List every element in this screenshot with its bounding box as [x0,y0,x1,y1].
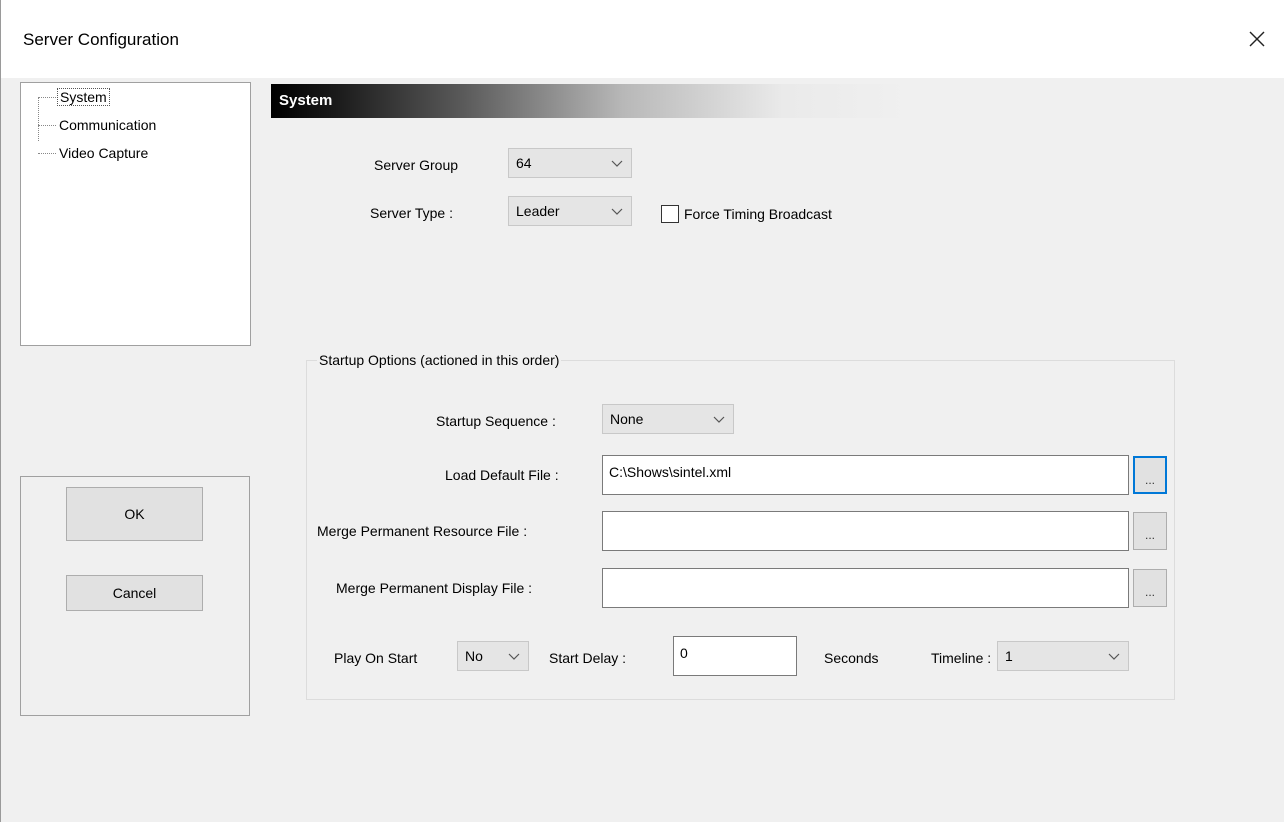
play-on-start-dropdown[interactable]: No [457,641,529,671]
server-group-label: Server Group [374,157,459,173]
tree-item-system[interactable]: System [38,87,110,107]
tree-item-label: Video Capture [59,145,149,161]
tree-branch [38,124,56,126]
startup-sequence-value: None [610,411,644,427]
server-configuration-dialog: Server Configuration System Communicatio… [0,0,1284,822]
start-delay-input[interactable]: 0 [673,636,797,676]
timeline-label: Timeline : [931,650,992,666]
chevron-down-icon [713,416,725,423]
merge-display-file-label: Merge Permanent Display File : [336,580,533,596]
startup-sequence-dropdown[interactable]: None [602,404,734,434]
chevron-down-icon [611,208,623,215]
merge-resource-file-label: Merge Permanent Resource File : [317,523,528,539]
timeline-dropdown[interactable]: 1 [997,641,1129,671]
merge-display-file-browse-button[interactable]: ... [1133,569,1167,607]
start-delay-label: Start Delay : [549,650,627,666]
close-button[interactable] [1229,16,1284,62]
seconds-label: Seconds [824,650,879,666]
tree-item-video-capture[interactable]: Video Capture [38,143,150,163]
category-tree[interactable]: System Communication Video Capture [20,82,251,346]
startup-options-title: Startup Options (actioned in this order) [317,352,562,368]
server-group-value: 64 [516,155,532,171]
merge-resource-file-browse-button[interactable]: ... [1133,512,1167,550]
tree-branch [38,96,56,98]
tree-item-label: Communication [59,117,157,133]
server-group-dropdown[interactable]: 64 [508,148,632,178]
timeline-value: 1 [1005,648,1013,664]
server-type-dropdown[interactable]: Leader [508,196,632,226]
window-title: Server Configuration [23,30,179,49]
chevron-down-icon [508,653,520,660]
load-default-file-input[interactable]: C:\Shows\sintel.xml [602,455,1129,495]
tree-item-communication[interactable]: Communication [38,115,158,135]
startup-sequence-label: Startup Sequence : [436,413,556,429]
force-timing-broadcast-checkbox[interactable] [661,205,679,223]
merge-display-file-input[interactable] [602,568,1129,608]
force-timing-broadcast-label: Force Timing Broadcast [684,206,832,222]
cancel-button[interactable]: Cancel [66,575,203,611]
chevron-down-icon [1108,653,1120,660]
ok-button[interactable]: OK [66,487,203,541]
section-header: System [271,84,911,118]
server-type-label: Server Type : [370,205,454,221]
title-bar: Server Configuration [1,0,1284,78]
tree-branch [38,152,56,154]
merge-resource-file-input[interactable] [602,511,1129,551]
chevron-down-icon [611,160,623,167]
tree-item-label: System [57,88,110,106]
play-on-start-label: Play On Start [334,650,418,666]
close-icon [1249,31,1265,47]
load-default-file-label: Load Default File : [445,467,559,483]
play-on-start-value: No [465,648,483,664]
server-type-value: Leader [516,203,560,219]
load-default-file-browse-button[interactable]: ... [1133,456,1167,494]
